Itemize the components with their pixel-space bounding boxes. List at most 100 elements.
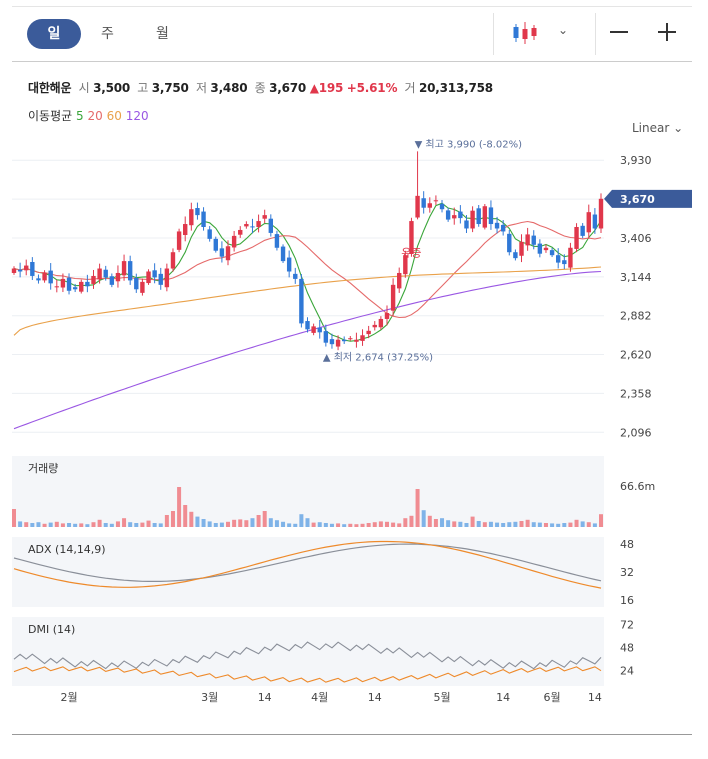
candle-body — [415, 195, 420, 218]
volume-bar — [85, 524, 90, 527]
volume-panel — [12, 456, 604, 527]
volume-bar — [323, 523, 328, 527]
volume-bar — [122, 518, 127, 527]
volume-bar — [158, 523, 163, 527]
volume-bar — [464, 523, 469, 527]
candle-body — [555, 255, 561, 263]
candle-body — [195, 208, 200, 216]
candle-body — [262, 215, 267, 219]
volume-bar — [562, 523, 567, 527]
dmi-panel — [12, 617, 604, 686]
volume-bar — [60, 523, 65, 527]
volume-bar — [501, 523, 506, 527]
volume-bar — [452, 521, 457, 527]
candle-body — [574, 226, 579, 249]
volume-bar — [348, 523, 353, 527]
dmi-tick: 48 — [620, 642, 634, 655]
candle-body — [378, 318, 384, 328]
candle-body — [384, 313, 390, 319]
candle-body — [54, 286, 60, 288]
y-tick-label: 2,096 — [620, 426, 652, 439]
y-tick-label: 2,882 — [620, 310, 652, 323]
volume-bar — [495, 522, 500, 527]
x-axis-label: 14 — [258, 691, 272, 704]
volume-bar — [378, 521, 383, 527]
volume-bar — [586, 522, 591, 527]
volume-bar — [201, 519, 206, 527]
candle-body — [592, 214, 598, 229]
candle-body — [341, 339, 347, 342]
volume-bar — [525, 519, 530, 527]
candle-body — [305, 321, 310, 330]
candle-body — [231, 235, 237, 248]
candle-body — [397, 272, 402, 289]
candle-body — [201, 211, 206, 227]
candle-body — [79, 281, 84, 292]
candle-body — [280, 246, 286, 262]
volume-bar — [537, 522, 542, 527]
volume-bar — [440, 518, 445, 527]
candle-body — [24, 265, 29, 271]
volume-bar — [476, 521, 481, 527]
candle-body — [549, 250, 555, 256]
volume-bar — [305, 518, 310, 527]
candle-body — [598, 198, 604, 229]
volume-bar — [470, 516, 475, 527]
candle-body — [146, 271, 151, 284]
volume-bar — [238, 519, 243, 527]
volume-bar — [556, 523, 561, 527]
volume-bar — [24, 522, 29, 527]
candle-body — [586, 212, 591, 233]
volume-bar — [189, 511, 194, 527]
y-tick-label: 2,620 — [620, 349, 652, 362]
volume-bar — [18, 521, 23, 527]
volume-bar — [519, 521, 524, 527]
volume-bar — [256, 515, 261, 527]
adx-tick: 32 — [620, 566, 634, 579]
candle-body — [531, 235, 536, 245]
volume-bar — [250, 518, 255, 527]
candle-body — [207, 229, 212, 239]
volume-bar — [409, 515, 414, 527]
candle-body — [580, 225, 585, 236]
volume-bar — [177, 487, 182, 527]
candle-body — [121, 261, 127, 276]
x-axis-label: 2월 — [60, 691, 77, 704]
volume-bar — [336, 523, 341, 527]
volume-bar — [109, 523, 114, 527]
bottom-divider — [12, 734, 692, 735]
candle-body — [372, 324, 377, 328]
candle-body — [140, 281, 145, 293]
candle-body — [360, 335, 365, 341]
volume-bar — [446, 520, 451, 527]
candle-body — [134, 278, 139, 290]
candle-body — [452, 215, 457, 219]
x-axis-label: 14 — [496, 691, 510, 704]
candle-body — [427, 203, 432, 208]
candle-body — [507, 233, 512, 253]
volume-bar — [372, 522, 377, 527]
dmi-tick: 72 — [620, 619, 634, 632]
candle-body — [11, 268, 17, 273]
volume-bar — [458, 521, 463, 527]
x-axis-label: 5월 — [433, 691, 450, 704]
volume-bar — [183, 505, 188, 527]
volume-bar — [54, 521, 59, 527]
candle-body — [219, 248, 225, 257]
stock-chart[interactable]: 3,9303,6683,4063,1442,8822,6202,3582,096… — [0, 0, 708, 759]
volume-bar — [219, 522, 224, 527]
high-marker: ▼ 최고 3,990 (-8.02%) — [415, 138, 523, 150]
candle-body — [213, 238, 218, 251]
candle-body — [513, 252, 518, 259]
volume-bar — [97, 519, 102, 527]
volume-bar — [391, 522, 396, 527]
volume-bar — [599, 514, 603, 527]
candle-body — [36, 278, 41, 281]
volume-bar — [115, 521, 120, 527]
candle-body — [439, 203, 445, 210]
candle-body — [354, 339, 359, 342]
volume-bar — [317, 522, 322, 527]
candle-body — [464, 220, 469, 229]
candle-body — [311, 326, 316, 333]
candle-body — [458, 211, 463, 219]
